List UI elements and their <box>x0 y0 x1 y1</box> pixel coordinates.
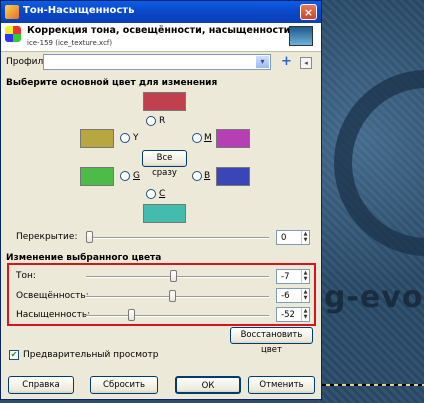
lightness-value: -6 <box>281 291 290 301</box>
header-title: Коррекция тона, освещённости, насыщеннос… <box>27 25 291 36</box>
radio-green[interactable] <box>120 171 130 181</box>
saturation-spinbox[interactable]: -52 ▲ ▼ <box>276 307 310 322</box>
saturation-label: Насыщенность: <box>16 310 91 320</box>
title-bar[interactable]: Тон-Насыщенность × <box>1 1 321 23</box>
saturation-value: -52 <box>281 310 295 320</box>
hue-saturation-icon <box>5 26 21 42</box>
radio-magenta-label: M <box>204 133 212 143</box>
swatch-magenta <box>216 129 250 148</box>
overlap-value: 0 <box>281 233 287 243</box>
preset-menu-icon[interactable]: ◂ <box>300 57 312 69</box>
lightness-slider-handle[interactable] <box>169 290 176 302</box>
radio-blue-label: B <box>204 171 211 181</box>
close-button[interactable]: × <box>300 4 317 20</box>
swatch-blue <box>216 167 250 186</box>
hue-saturation-dialog: Тон-Насыщенность × Коррекция тона, освещ… <box>0 0 322 400</box>
radio-blue[interactable] <box>192 171 202 181</box>
master-button[interactable]: Все сразу <box>142 150 187 178</box>
cancel-button[interactable]: Отменить <box>248 376 315 394</box>
lightness-label: Освещённость: <box>16 291 89 301</box>
canvas-text: g-evo <box>324 280 424 315</box>
hue-value: -7 <box>281 272 290 282</box>
overlap-spinbox[interactable]: 0 ▲ ▼ <box>276 230 310 245</box>
app-icon <box>5 5 19 19</box>
swatch-yellow <box>80 129 114 148</box>
radio-yellow-label: Y <box>133 133 139 143</box>
hue-label: Тон: <box>16 271 36 281</box>
window-title: Тон-Насыщенность <box>23 5 135 16</box>
texture-logo <box>334 70 424 256</box>
adjust-heading: Изменение выбранного цвета <box>6 253 162 263</box>
add-preset-icon[interactable]: + <box>281 55 292 68</box>
radio-green-label: G <box>133 171 140 181</box>
lightness-slider-track[interactable] <box>86 296 269 298</box>
presets-combo[interactable]: ▾ <box>43 54 271 70</box>
dialog-header: Коррекция тона, освещённости, насыщеннос… <box>1 23 321 52</box>
help-button[interactable]: Справка <box>8 376 74 394</box>
reset-button[interactable]: Сбросить <box>90 376 158 394</box>
radio-red-label: R <box>159 116 166 126</box>
saturation-slider-track[interactable] <box>86 315 269 317</box>
swatch-cyan <box>143 204 186 223</box>
overlap-label: Перекрытие: <box>16 232 78 242</box>
spin-arrows-icon[interactable]: ▲ ▼ <box>301 270 309 283</box>
overlap-slider-track[interactable] <box>86 237 269 239</box>
hue-slider-handle[interactable] <box>170 270 177 282</box>
overlap-slider-handle[interactable] <box>86 231 93 243</box>
radio-cyan-label: C <box>159 189 166 199</box>
primary-color-heading: Выберите основной цвет для изменения <box>6 78 218 88</box>
radio-yellow[interactable] <box>120 133 130 143</box>
radio-cyan[interactable] <box>146 189 156 199</box>
header-subtitle: ice-159 (ice_texture.xcf) <box>27 39 113 47</box>
spin-arrows-icon[interactable]: ▲ ▼ <box>301 308 309 321</box>
radio-magenta[interactable] <box>192 133 202 143</box>
swatch-red <box>143 92 186 111</box>
selection-border-bottom <box>318 384 424 386</box>
preview-checkbox[interactable]: ✔ <box>9 350 19 360</box>
spin-arrows-icon[interactable]: ▲ ▼ <box>301 289 309 302</box>
hue-spinbox[interactable]: -7 ▲ ▼ <box>276 269 310 284</box>
preview-label: Предварительный просмотр <box>23 350 159 360</box>
radio-red[interactable] <box>146 116 156 126</box>
dropdown-arrow-icon[interactable]: ▾ <box>256 56 269 68</box>
saturation-slider-handle[interactable] <box>128 309 135 321</box>
swatch-green <box>80 167 114 186</box>
reset-color-button[interactable]: Восстановить цвет <box>230 327 313 355</box>
image-thumbnail <box>289 26 313 46</box>
image-canvas: g-evo <box>318 0 424 403</box>
hue-slider-track[interactable] <box>86 276 269 278</box>
spin-arrows-icon[interactable]: ▲ ▼ <box>301 231 309 244</box>
lightness-spinbox[interactable]: -6 ▲ ▼ <box>276 288 310 303</box>
ok-button[interactable]: ОК <box>175 376 241 394</box>
